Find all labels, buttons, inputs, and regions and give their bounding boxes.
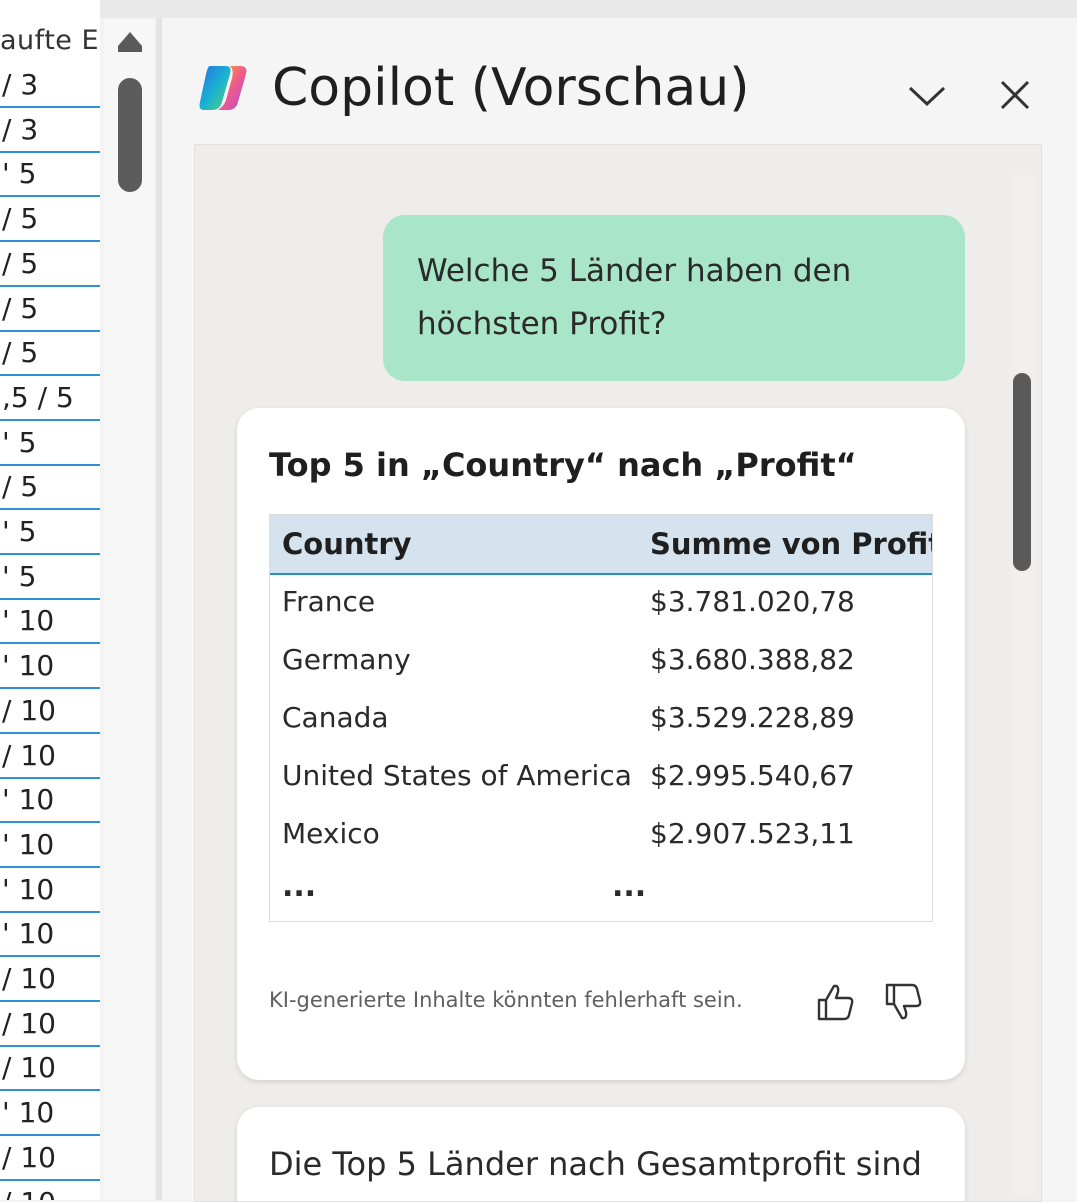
cell-country: United States of America (282, 759, 632, 792)
window-top-strip (0, 0, 1077, 18)
result-table: Country Summe von Profit France $3.781.0… (269, 514, 933, 922)
cell-profit: $2.907.523,11 (650, 817, 855, 850)
thumbs-up-icon[interactable] (813, 980, 857, 1024)
cell-country: Germany (282, 643, 411, 676)
spreadsheet-cell[interactable]: / 5 (0, 466, 100, 511)
spreadsheet-column: aufte E / 3/ 3 ' 5/ 5/ 5/ 5/ 5,5 / 5 ' 5/ … (0, 0, 100, 1200)
spreadsheet-scrollbar[interactable] (104, 20, 154, 1200)
spreadsheet-cell[interactable]: ' 10 (0, 645, 100, 690)
cell-profit: $3.529.228,89 (650, 701, 855, 734)
spreadsheet-cell[interactable]: / 3 (0, 109, 100, 153)
spreadsheet-cell[interactable]: ' 10 (0, 824, 100, 868)
user-message-text: Welche 5 Länder haben den höchsten Profi… (417, 253, 852, 342)
column-header-profit: Summe von Profit (650, 527, 933, 561)
spreadsheet-cell[interactable]: ' 10 (0, 1092, 100, 1137)
spreadsheet-cell[interactable]: ' 5 (0, 511, 100, 555)
thumbs-down-icon[interactable] (881, 980, 925, 1024)
table-row: United States of America $2.995.540,67 (270, 747, 932, 805)
ellipsis-country: ... (282, 869, 317, 904)
close-icon[interactable] (990, 70, 1040, 120)
table-row: Germany $3.680.388,82 (270, 631, 932, 689)
spreadsheet-cell[interactable]: / 10 (0, 1047, 100, 1092)
table-header: Country Summe von Profit (270, 515, 932, 575)
spreadsheet-cell[interactable]: / 5 (0, 288, 100, 332)
spreadsheet-cell[interactable]: / 10 (0, 1182, 100, 1201)
spreadsheet-cell[interactable]: ' 10 (0, 913, 100, 958)
spreadsheet-cell[interactable]: ' 10 (0, 779, 100, 824)
column-header-country: Country (282, 527, 412, 561)
cell-country: France (282, 585, 376, 618)
scroll-up-arrow-icon[interactable] (118, 32, 142, 52)
cell-profit: $2.995.540,67 (650, 759, 855, 792)
user-message-bubble: Welche 5 Länder haben den höchsten Profi… (383, 215, 965, 381)
spreadsheet-cell[interactable]: / 10 (0, 1137, 100, 1181)
spreadsheet-cell[interactable]: / 5 (0, 243, 100, 287)
spreadsheet-cell[interactable]: ' 10 (0, 600, 100, 645)
cell-profit: $3.680.388,82 (650, 643, 855, 676)
spreadsheet-cell[interactable]: / 5 (0, 198, 100, 243)
cell-country: Mexico (282, 817, 380, 850)
spreadsheet-cell[interactable]: ' 5 (0, 153, 100, 198)
copilot-pane: Copilot (Vorschau) Welche 5 Länder haben… (162, 18, 1077, 1202)
table-row: France $3.781.020,78 (270, 573, 932, 631)
spreadsheet-cell[interactable]: ' 5 (0, 556, 100, 600)
chevron-down-icon[interactable] (902, 70, 952, 120)
spreadsheet-cell[interactable]: ,5 / 5 (0, 377, 100, 421)
spreadsheet-cell[interactable]: / 3 (0, 64, 100, 108)
cell-country: Canada (282, 701, 389, 734)
chat-scrollbar-thumb[interactable] (1013, 373, 1031, 571)
spreadsheet-cell[interactable]: ' 5 (0, 422, 100, 466)
spreadsheet-cell[interactable]: / 10 (0, 958, 100, 1002)
pane-title: Copilot (Vorschau) (272, 58, 750, 118)
spreadsheet-cell[interactable]: / 10 (0, 1003, 100, 1047)
spreadsheet-cell[interactable]: / 5 (0, 332, 100, 377)
table-row: Mexico $2.907.523,11 (270, 805, 932, 863)
spreadsheet-cell[interactable]: / 10 (0, 690, 100, 734)
table-row: Canada $3.529.228,89 (270, 689, 932, 747)
chat-scrollbar[interactable] (1009, 175, 1037, 1195)
ellipsis-profit: ... (612, 869, 647, 904)
scrollbar-thumb[interactable] (118, 78, 142, 192)
next-message-text: Die Top 5 Länder nach Gesamtprofit sind (269, 1145, 922, 1183)
chat-area[interactable]: Welche 5 Länder haben den höchsten Profi… (194, 144, 1042, 1202)
column-header[interactable]: aufte E (0, 20, 100, 62)
spreadsheet-cell[interactable]: ' 10 (0, 869, 100, 913)
answer-title: Top 5 in „Country“ nach „Profit“ (269, 446, 857, 484)
spreadsheet-cell[interactable]: / 10 (0, 735, 100, 779)
cell-profit: $3.781.020,78 (650, 585, 855, 618)
next-message-card: Die Top 5 Länder nach Gesamtprofit sind (237, 1107, 965, 1201)
copilot-logo-icon (199, 66, 247, 110)
pane-header: Copilot (Vorschau) (162, 18, 1077, 142)
answer-card: Top 5 in „Country“ nach „Profit“ Country… (237, 408, 965, 1080)
ai-disclaimer: KI-generierte Inhalte könnten fehlerhaft… (269, 988, 743, 1012)
